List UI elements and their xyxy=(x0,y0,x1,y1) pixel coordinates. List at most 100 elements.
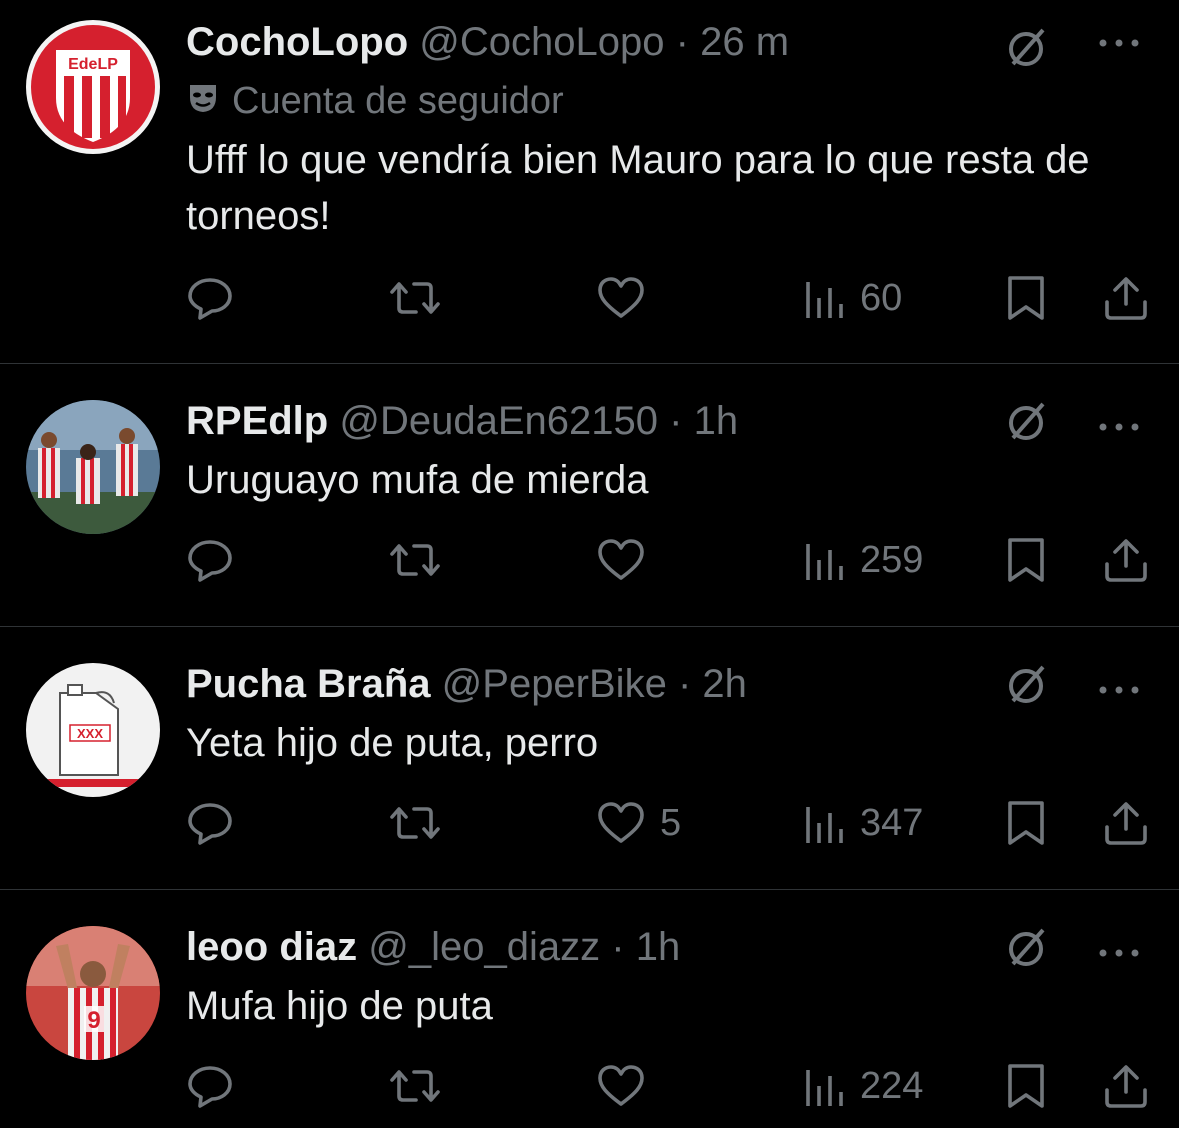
avatar[interactable] xyxy=(26,400,160,534)
reply-icon xyxy=(188,540,232,582)
heart-icon xyxy=(598,802,644,843)
retweet-icon xyxy=(390,1070,440,1102)
tweet-text: Ufff lo que vendría bien Mauro para lo q… xyxy=(186,138,1090,238)
share-icon xyxy=(1105,539,1147,582)
retweet-icon xyxy=(390,282,440,314)
replies-feed: EdeLP CochoLopo @CochoLopo · 26 m Cuenta… xyxy=(0,0,1179,1128)
views-button[interactable]: 347 xyxy=(802,795,923,851)
reply-icon xyxy=(188,278,232,320)
more-icon[interactable] xyxy=(1095,938,1143,966)
tweet-rpedlp[interactable]: RPEdlp @DeudaEn62150 · 1h Uruguayo mufa … xyxy=(0,364,1179,627)
jersey-number: 9 xyxy=(87,1007,100,1034)
bookmark-button[interactable] xyxy=(1004,795,1048,851)
grok-icon[interactable] xyxy=(1003,661,1051,709)
tweet-header: leoo diaz @_leo_diazz · 1h xyxy=(186,923,680,971)
view-count: 60 xyxy=(860,276,903,319)
views-button[interactable]: 259 xyxy=(802,532,923,588)
author-handle[interactable]: @PeperBike xyxy=(442,662,667,706)
view-count: 224 xyxy=(860,1064,924,1107)
retweet-button[interactable] xyxy=(386,270,444,326)
follower-account-label: Cuenta de seguidor xyxy=(186,78,564,126)
bookmark-icon xyxy=(1008,801,1044,845)
grok-icon[interactable] xyxy=(1003,24,1051,72)
reply-icon xyxy=(188,803,232,845)
views-button[interactable]: 60 xyxy=(802,270,902,326)
heart-icon xyxy=(598,1065,644,1106)
avatar-logo-text: EdeLP xyxy=(68,56,118,73)
author-handle[interactable]: @_leo_diazz xyxy=(368,925,600,969)
author-handle[interactable]: @CochoLopo xyxy=(419,20,664,64)
view-count: 347 xyxy=(860,801,924,844)
more-icon[interactable] xyxy=(1095,675,1143,703)
bookmark-button[interactable] xyxy=(1004,532,1048,588)
like-button[interactable] xyxy=(596,532,660,588)
view-count: 259 xyxy=(860,538,924,581)
action-bar: 224 xyxy=(186,1058,1156,1114)
author-name[interactable]: Pucha Braña xyxy=(186,662,431,706)
more-icon[interactable] xyxy=(1095,412,1143,440)
bookmark-button[interactable] xyxy=(1004,270,1048,326)
avatar[interactable]: XXX xyxy=(26,663,160,797)
author-name[interactable]: leoo diaz xyxy=(186,925,357,969)
tweet-pucha-brana[interactable]: XXX Pucha Braña @PeperBike · 2h Yeta hij… xyxy=(0,627,1179,890)
retweet-icon xyxy=(390,544,440,576)
like-button[interactable]: 5 xyxy=(596,795,681,851)
tweet-header: CochoLopo @CochoLopo · 26 m xyxy=(186,18,789,66)
views-icon xyxy=(806,282,843,318)
timestamp[interactable]: 1h xyxy=(694,399,739,443)
tweet-text: Uruguayo mufa de mierda xyxy=(186,458,649,502)
reply-button[interactable] xyxy=(186,270,234,326)
avatar[interactable]: EdeLP xyxy=(26,20,160,154)
views-button[interactable]: 224 xyxy=(802,1058,923,1114)
tweet-cocholopo[interactable]: EdeLP CochoLopo @CochoLopo · 26 m Cuenta… xyxy=(0,0,1179,364)
share-button[interactable] xyxy=(1102,1058,1150,1114)
follower-account-text: Cuenta de seguidor xyxy=(232,80,564,122)
more-icon[interactable] xyxy=(1095,28,1143,56)
action-bar: 259 xyxy=(186,532,1156,588)
share-icon xyxy=(1105,802,1147,845)
tweet-text: Yeta hijo de puta, perro xyxy=(186,721,599,765)
author-handle[interactable]: @DeudaEn62150 xyxy=(339,399,658,443)
views-icon xyxy=(806,807,843,843)
share-button[interactable] xyxy=(1102,795,1150,851)
timestamp[interactable]: 1h xyxy=(636,925,681,969)
tweet-text: Mufa hijo de puta xyxy=(186,984,493,1028)
reply-button[interactable] xyxy=(186,532,234,588)
avatar[interactable]: 9 xyxy=(26,926,160,1060)
avatar-label-text: XXX xyxy=(77,726,103,741)
share-icon xyxy=(1105,277,1147,320)
bookmark-icon xyxy=(1008,538,1044,582)
reply-button[interactable] xyxy=(186,1058,234,1114)
like-button[interactable] xyxy=(596,270,660,326)
tweet-header: Pucha Braña @PeperBike · 2h xyxy=(186,660,747,708)
share-button[interactable] xyxy=(1102,532,1150,588)
timestamp[interactable]: 2h xyxy=(702,662,747,706)
retweet-button[interactable] xyxy=(386,1058,444,1114)
timestamp[interactable]: 26 m xyxy=(700,20,789,64)
action-bar: 60 xyxy=(186,270,1156,326)
retweet-button[interactable] xyxy=(386,532,444,588)
like-count: 5 xyxy=(660,801,682,844)
share-icon xyxy=(1105,1065,1147,1108)
action-bar: 5 347 xyxy=(186,795,1156,851)
reply-icon xyxy=(188,1066,232,1108)
share-button[interactable] xyxy=(1102,270,1150,326)
author-name[interactable]: RPEdlp xyxy=(186,399,328,443)
bookmark-button[interactable] xyxy=(1004,1058,1048,1114)
mask-icon xyxy=(186,80,220,126)
bookmark-icon xyxy=(1008,1064,1044,1108)
tweet-leoo-diaz[interactable]: 9 leoo diaz @_leo_diazz · 1h Mufa hijo d… xyxy=(0,890,1179,1128)
reply-button[interactable] xyxy=(186,795,234,851)
retweet-button[interactable] xyxy=(386,795,444,851)
views-icon xyxy=(806,544,843,580)
grok-icon[interactable] xyxy=(1003,924,1051,972)
heart-icon xyxy=(598,277,644,318)
separator: · xyxy=(677,662,692,706)
tweet-header: RPEdlp @DeudaEn62150 · 1h xyxy=(186,397,738,445)
heart-icon xyxy=(598,539,644,580)
author-name[interactable]: CochoLopo xyxy=(186,20,408,64)
retweet-icon xyxy=(390,807,440,839)
bookmark-icon xyxy=(1008,276,1044,320)
grok-icon[interactable] xyxy=(1003,398,1051,446)
like-button[interactable] xyxy=(596,1058,660,1114)
